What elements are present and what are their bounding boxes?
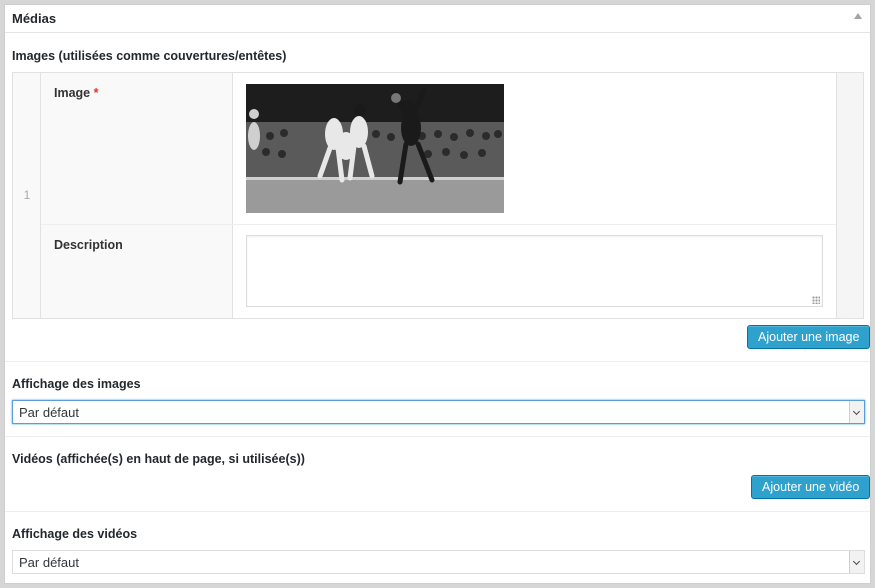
image-display-select[interactable]: Par défaut — [12, 400, 865, 424]
image-display-label: Affichage des images — [12, 377, 141, 391]
images-field-label: Images (utilisées comme couvertures/entê… — [12, 49, 287, 63]
divider — [5, 511, 870, 512]
panel-title: Médias — [12, 11, 57, 26]
sub-field-divider — [41, 224, 836, 225]
row-handle[interactable] — [836, 73, 863, 318]
required-mark: * — [93, 86, 99, 100]
videos-field-label: Vidéos (affichée(s) en haut de page, si … — [12, 452, 305, 466]
medias-panel: Médias Images (utilisées comme couvertur… — [4, 4, 871, 584]
image-thumbnail[interactable] — [246, 84, 504, 213]
image-sub-label: Image * — [54, 86, 99, 100]
row-number-text: 1 — [23, 188, 31, 202]
image-label-text: Image — [54, 86, 91, 100]
divider — [5, 361, 870, 362]
add-image-button[interactable]: Ajouter une image — [747, 325, 871, 349]
chevron-down-icon[interactable] — [849, 401, 864, 423]
video-display-select[interactable]: Par défaut — [12, 550, 865, 574]
video-display-value: Par défaut — [19, 555, 79, 570]
add-video-button[interactable]: Ajouter une vidéo — [751, 475, 871, 499]
description-sub-label: Description — [54, 238, 123, 252]
basketball-photo — [246, 84, 504, 213]
images-repeater: 1 Image * Description — [12, 72, 864, 319]
resize-grip-icon[interactable] — [812, 296, 820, 304]
row-number[interactable]: 1 — [13, 73, 41, 318]
image-display-value: Par défaut — [19, 405, 79, 420]
chevron-down-icon[interactable] — [849, 551, 864, 573]
description-textarea[interactable] — [246, 235, 823, 307]
sub-field-values — [233, 73, 836, 318]
panel-header[interactable]: Médias — [5, 5, 870, 33]
divider — [5, 436, 870, 437]
sub-field-labels: Image * Description — [41, 73, 233, 318]
collapse-arrow-icon[interactable] — [854, 13, 862, 19]
video-display-label: Affichage des vidéos — [12, 527, 138, 541]
